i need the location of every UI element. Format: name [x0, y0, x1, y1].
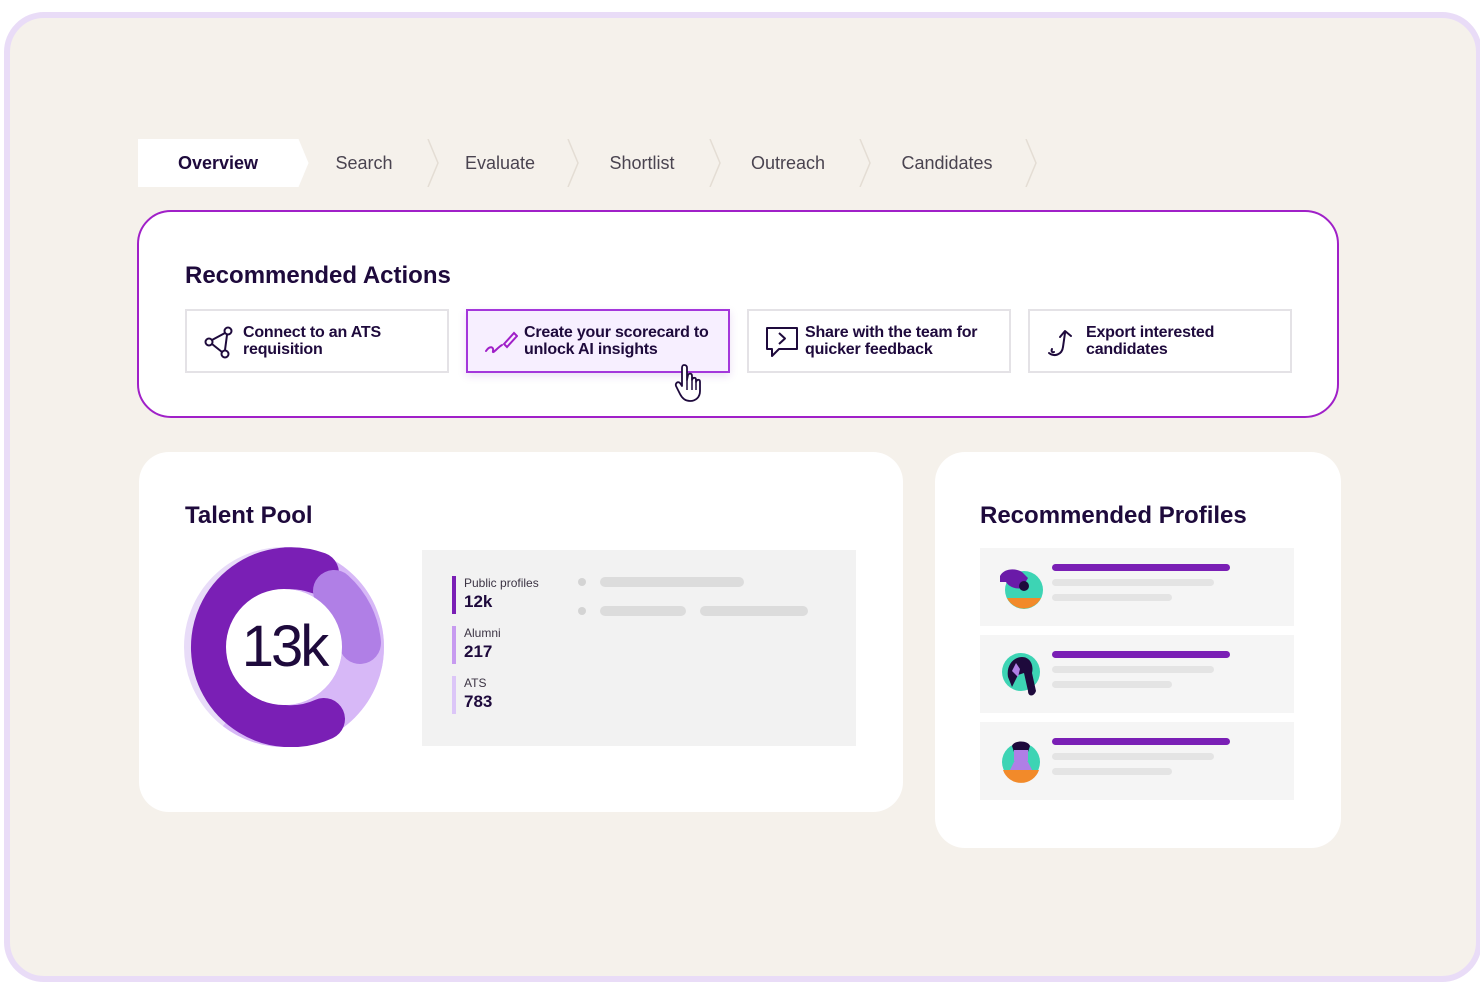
recommended-profiles-card: Recommended Profiles — [935, 452, 1341, 848]
tab-evaluate[interactable]: Evaluate — [438, 139, 562, 187]
recommended-actions-title: Recommended Actions — [185, 262, 451, 289]
stat-public-profiles-value: 12k — [464, 592, 493, 611]
talent-pool-total: 13k — [241, 614, 330, 679]
action-share-team-label: Share with the team for quicker feedback — [805, 324, 978, 358]
tab-outreach[interactable]: Outreach — [720, 139, 856, 187]
chat-share-icon — [766, 327, 798, 357]
placeholder-dot — [578, 607, 586, 615]
action-create-scorecard-label: Create your scorecard to unlock AI insig… — [524, 324, 709, 358]
placeholder-bar — [600, 577, 744, 587]
profile-detail-bar — [1052, 666, 1214, 673]
avatar-person-2-icon — [1002, 653, 1040, 696]
profile-name-bar — [1052, 564, 1230, 571]
profile-row[interactable] — [980, 635, 1294, 713]
export-arrow-icon — [1048, 330, 1072, 356]
stat-alumni: Alumni 217 — [452, 626, 501, 664]
tab-candidates[interactable]: Candidates — [870, 139, 1024, 187]
action-export-candidates-label: Export interested candidates — [1086, 324, 1215, 358]
profile-detail-bar — [1052, 579, 1214, 586]
stat-alumni-value: 217 — [464, 642, 493, 661]
pen-signature-icon — [485, 331, 518, 354]
avatar-person-3-icon — [1002, 741, 1040, 783]
action-connect-ats-label: Connect to an ATS requisition — [243, 324, 381, 358]
action-export-candidates[interactable]: Export interested candidates — [1028, 309, 1292, 373]
talent-pool-card: Talent Pool 13k Public profiles 12k Alum… — [139, 452, 903, 812]
stat-public-profiles: Public profiles 12k — [452, 576, 539, 614]
tab-search[interactable]: Search — [308, 139, 420, 187]
stat-ats-value: 783 — [464, 692, 493, 711]
profile-row[interactable] — [980, 548, 1294, 626]
placeholder-dot — [578, 578, 586, 586]
stat-ats-name: ATS — [464, 676, 487, 690]
stat-ats: ATS 783 — [452, 676, 492, 714]
profile-detail-bar — [1052, 681, 1172, 688]
profile-detail-bar — [1052, 594, 1172, 601]
talent-pool-breakdown-panel: Public profiles 12k Alumni 217 ATS 783 — [422, 550, 856, 746]
recommended-actions-card: Recommended Actions Connect to an ATS re… — [137, 210, 1339, 418]
placeholder-bar — [600, 606, 686, 616]
profile-row[interactable] — [980, 722, 1294, 800]
profile-name-bar — [1052, 651, 1230, 658]
avatar-person-1-icon — [1000, 569, 1043, 609]
profile-detail-bar — [1052, 753, 1214, 760]
action-share-team[interactable]: Share with the team for quicker feedback — [747, 309, 1011, 373]
tab-shortlist[interactable]: Shortlist — [578, 139, 706, 187]
hand-pointer-cursor-icon — [674, 364, 701, 402]
stat-public-profiles-name: Public profiles — [464, 576, 539, 590]
profile-detail-bar — [1052, 768, 1172, 775]
profile-name-bar — [1052, 738, 1230, 745]
talent-pool-title: Talent Pool — [185, 502, 313, 529]
stat-alumni-name: Alumni — [464, 626, 501, 640]
network-nodes-icon — [204, 326, 233, 359]
recommended-profiles-title: Recommended Profiles — [980, 502, 1247, 529]
placeholder-bar — [700, 606, 808, 616]
action-connect-ats[interactable]: Connect to an ATS requisition — [185, 309, 449, 373]
